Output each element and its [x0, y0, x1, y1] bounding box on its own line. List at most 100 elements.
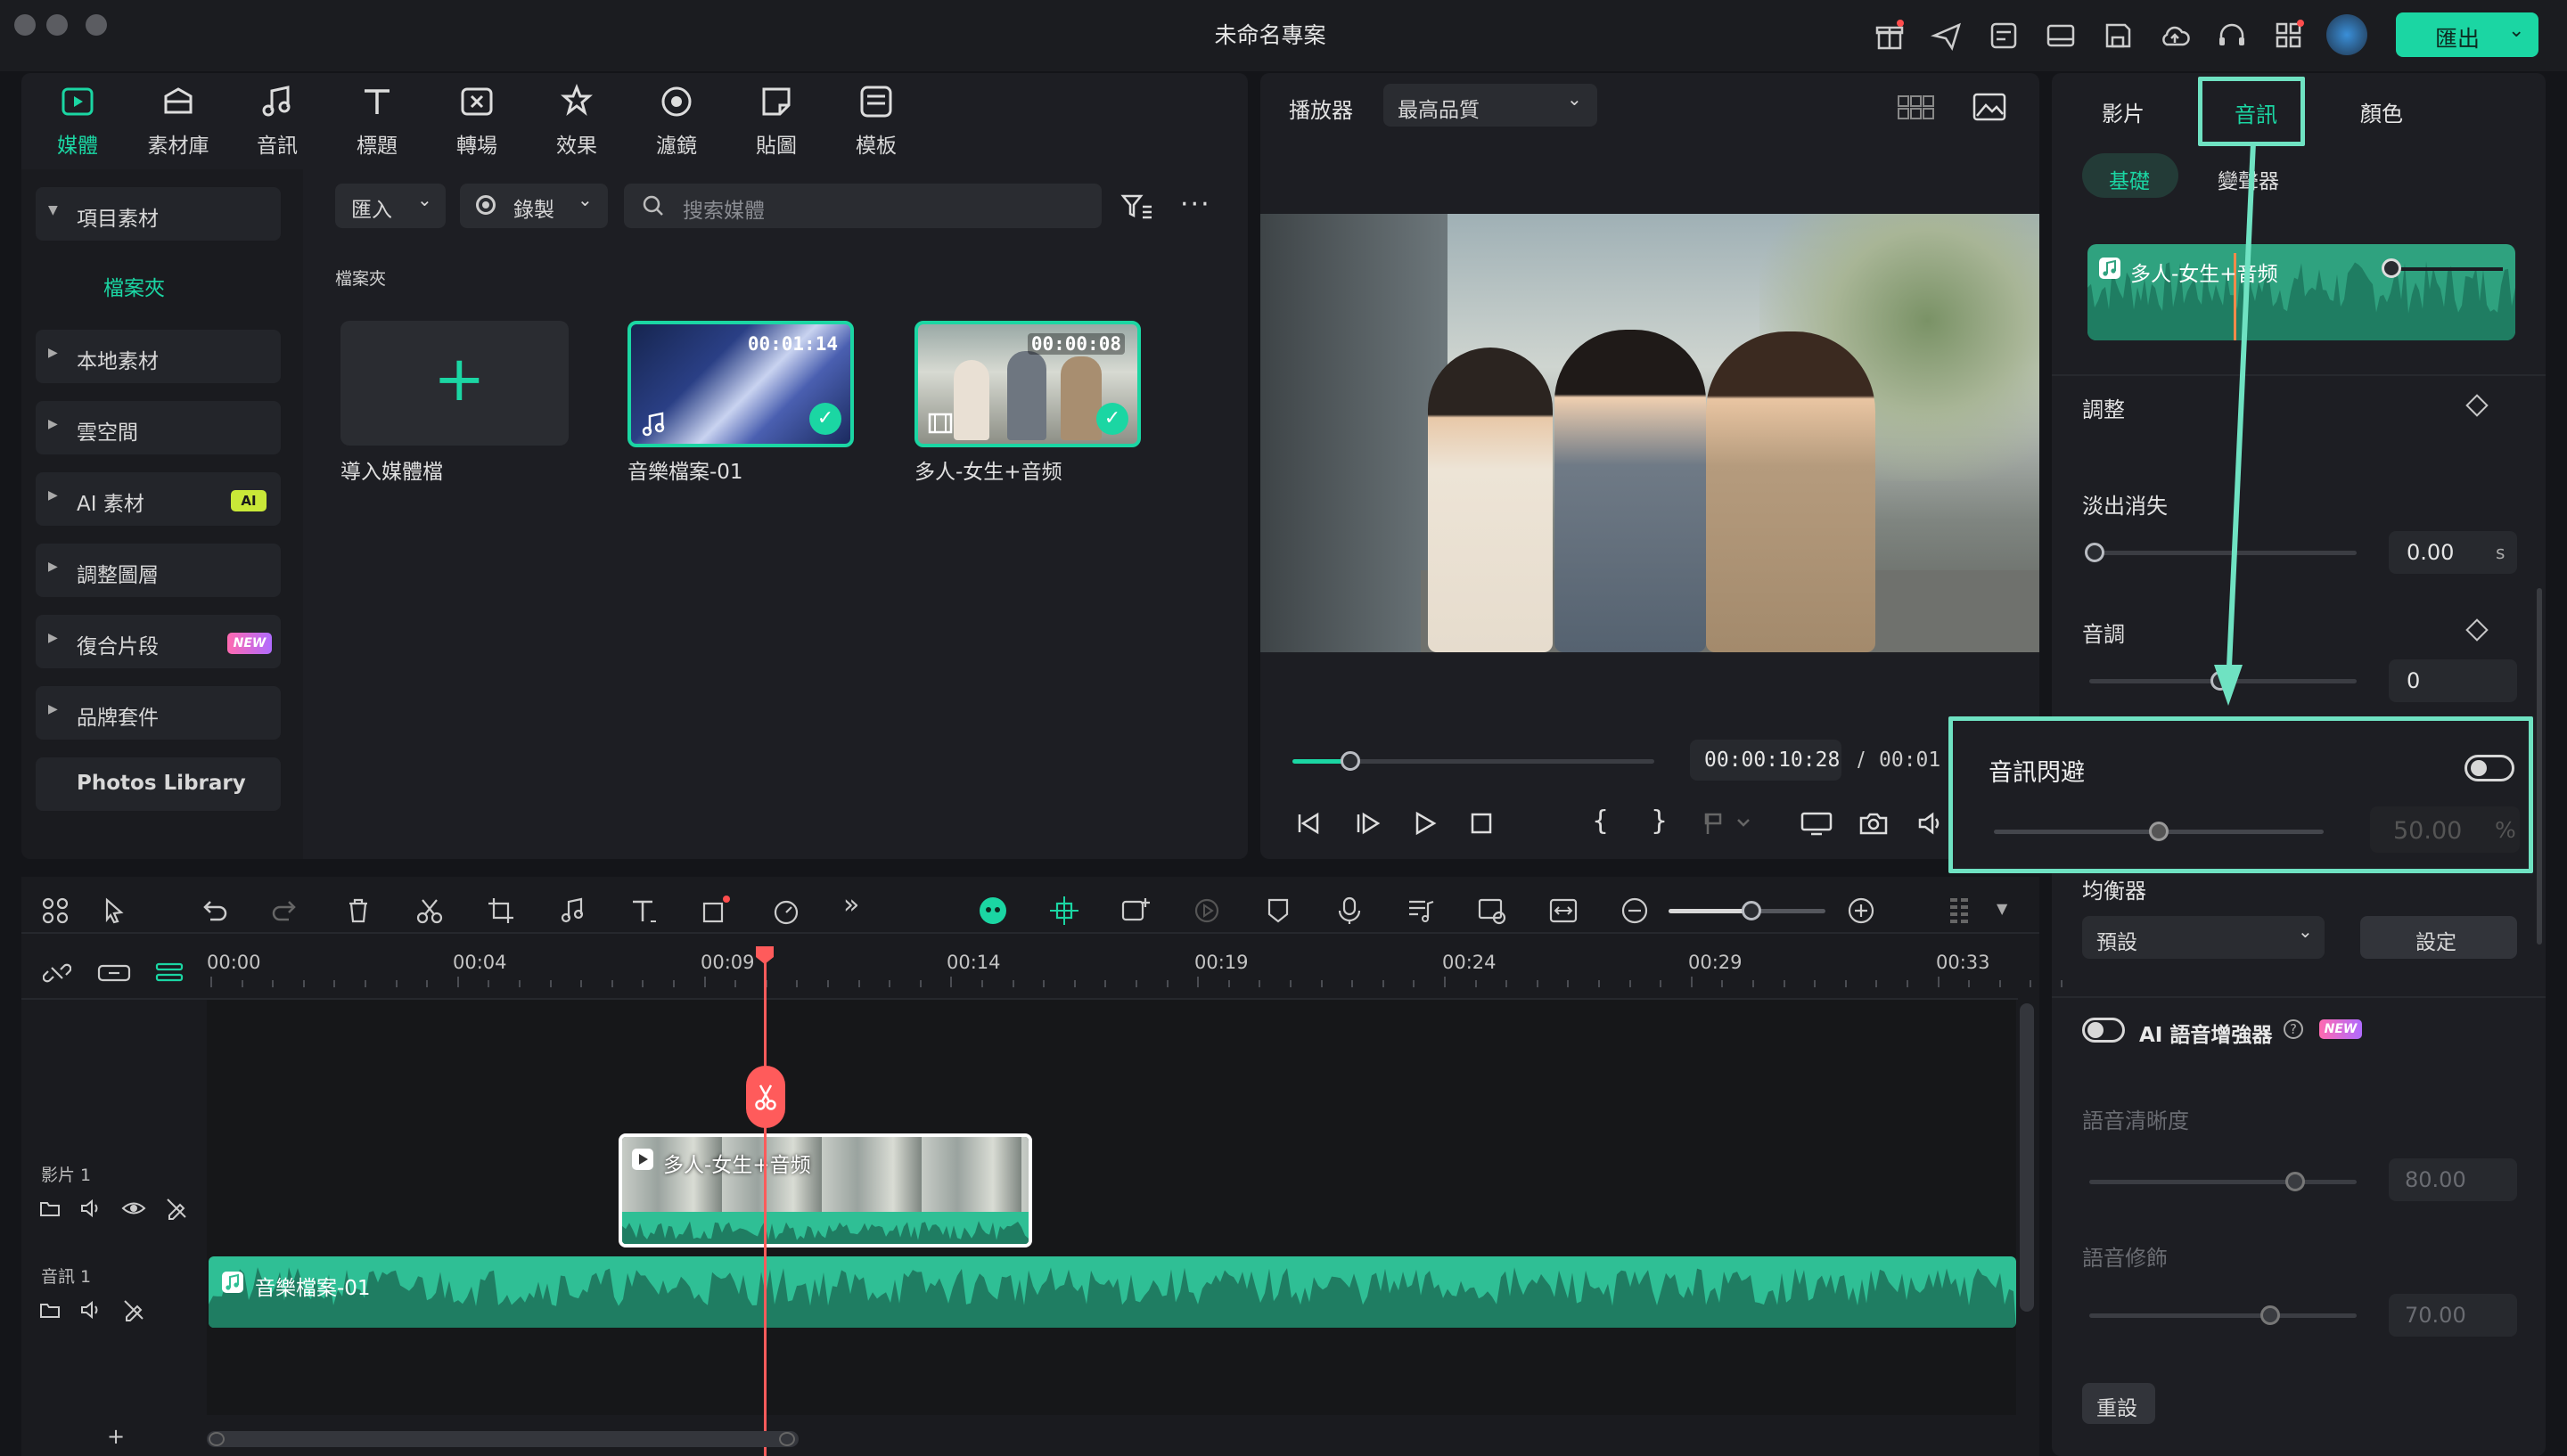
playhead-line[interactable]: [764, 950, 767, 1456]
text-tool-icon[interactable]: [627, 895, 660, 927]
display-icon[interactable]: [1799, 809, 1834, 838]
sidebar-item-local[interactable]: ▶ 本地素材: [36, 330, 281, 383]
send-icon[interactable]: [1929, 18, 1964, 53]
tab-filters[interactable]: 濾鏡: [632, 80, 721, 159]
tab-color[interactable]: 顏色: [2360, 96, 2403, 127]
scrollbar-handle-left[interactable]: [209, 1432, 225, 1446]
render-icon[interactable]: [1191, 895, 1223, 927]
headset-icon[interactable]: [2214, 18, 2250, 53]
track-manager-icon[interactable]: [153, 959, 185, 987]
record-dropdown[interactable]: 錄製 ⌄: [460, 184, 608, 228]
user-avatar[interactable]: [2326, 14, 2367, 55]
save-icon[interactable]: [2100, 18, 2136, 53]
tab-video[interactable]: 影片: [2102, 96, 2145, 127]
play-icon[interactable]: [1410, 809, 1439, 838]
zoom-window-button[interactable]: [86, 14, 107, 36]
redo-icon[interactable]: [269, 895, 301, 927]
grid-view-icon[interactable]: [1897, 91, 1936, 123]
more-options-icon[interactable]: ···: [1180, 189, 1211, 220]
link-track-icon[interactable]: [96, 959, 132, 987]
timeline-vertical-scrollbar[interactable]: [2020, 1003, 2034, 1312]
sidebar-item-compound-clip[interactable]: ▶ 復合片段 NEW: [36, 615, 281, 668]
gift-icon[interactable]: [1872, 18, 1907, 53]
zoom-slider-knob[interactable]: [1742, 901, 1761, 920]
lock-edit-icon[interactable]: [164, 1196, 189, 1221]
export-button[interactable]: 匯出 ⌄: [2396, 12, 2538, 57]
timeline-horizontal-scrollbar[interactable]: [207, 1431, 799, 1447]
search-media-input[interactable]: 搜索媒體: [624, 184, 1102, 228]
tab-stickers[interactable]: 貼圖: [732, 80, 821, 159]
tab-audio-highlight[interactable]: 音訊: [2198, 77, 2305, 146]
sidebar-item-adjustment-layer[interactable]: ▶ 調整圖層: [36, 544, 281, 597]
track-height-icon[interactable]: [1945, 895, 1977, 927]
sidebar-item-folder[interactable]: 檔案夾: [103, 271, 165, 301]
fade-out-input[interactable]: 0.00 s: [2389, 531, 2517, 574]
ducking-knob[interactable]: [2149, 822, 2169, 841]
ai-copilot-icon[interactable]: [977, 895, 1009, 927]
sidebar-item-cloud[interactable]: ▶ 雲空間: [36, 401, 281, 454]
tab-audio[interactable]: 音訊: [233, 80, 322, 159]
zoom-in-icon[interactable]: [1845, 895, 1877, 927]
insert-clip-icon[interactable]: [1702, 809, 1752, 838]
volume-icon[interactable]: [78, 1297, 103, 1322]
tab-stock[interactable]: 素材庫: [134, 80, 223, 159]
equalizer-settings-button[interactable]: 設定: [2360, 916, 2517, 959]
properties-scrollbar[interactable]: [2537, 588, 2542, 945]
delete-icon[interactable]: [342, 895, 374, 927]
reset-button[interactable]: 重設: [2082, 1383, 2155, 1424]
scrollbar-handle-right[interactable]: [779, 1432, 795, 1446]
import-dropdown[interactable]: 匯入 ⌄: [335, 184, 446, 228]
timeline-video-clip[interactable]: 多人-女生+音频: [619, 1133, 1032, 1247]
playback-scrubber-knob[interactable]: [1340, 751, 1360, 771]
media-clip-music[interactable]: 00:01:14 ✓: [627, 321, 854, 447]
sidebar-item-brand-kit[interactable]: ▶ 品牌套件: [36, 686, 281, 740]
pitch-input[interactable]: 0: [2389, 659, 2517, 702]
undo-icon[interactable]: [198, 895, 230, 927]
camera-icon[interactable]: [1858, 809, 1890, 838]
tab-transitions[interactable]: 轉場: [432, 80, 521, 159]
ducking-toggle[interactable]: [2464, 755, 2514, 781]
speed-icon[interactable]: [770, 895, 802, 927]
more-tools-icon[interactable]: »: [843, 889, 859, 920]
select-tool-icon[interactable]: [100, 895, 132, 927]
filter-sort-icon[interactable]: [1119, 189, 1155, 225]
video-preview[interactable]: [1260, 214, 2039, 652]
audio-edit-icon[interactable]: [556, 895, 588, 927]
apps-grid-icon[interactable]: [2271, 18, 2307, 53]
play-frame-icon[interactable]: [1353, 809, 1382, 838]
sidebar-item-photos-library[interactable]: Photos Library: [36, 757, 281, 811]
minimize-window-button[interactable]: [46, 14, 68, 36]
close-window-button[interactable]: [14, 14, 36, 36]
image-snapshot-icon[interactable]: [1972, 91, 2007, 123]
layout-icon[interactable]: [2043, 18, 2079, 53]
tab-templates[interactable]: 模板: [832, 80, 921, 159]
fit-timeline-icon[interactable]: [1547, 895, 1579, 927]
sidebar-item-ai-media[interactable]: ▶ AI 素材 AI: [36, 472, 281, 526]
mark-in-icon[interactable]: {: [1592, 806, 1609, 837]
tab-effects[interactable]: 效果: [532, 80, 621, 159]
crop-icon[interactable]: [485, 895, 517, 927]
marker-icon[interactable]: [1262, 895, 1294, 927]
volume-icon[interactable]: [1916, 809, 1943, 838]
sidebar-item-project-media[interactable]: ▼ 項目素材: [36, 187, 281, 241]
caret-down-icon[interactable]: ▼: [1997, 900, 2007, 917]
microphone-icon[interactable]: [1333, 895, 1366, 927]
tab-media[interactable]: 媒體: [33, 80, 122, 159]
zoom-out-icon[interactable]: [1619, 895, 1651, 927]
cloud-upload-icon[interactable]: [2157, 18, 2193, 53]
add-media-icon[interactable]: [1119, 895, 1152, 927]
tab-titles[interactable]: 標題: [332, 80, 422, 159]
snap-icon[interactable]: [1048, 895, 1080, 927]
unlink-icon[interactable]: [43, 959, 71, 987]
add-track-button[interactable]: +: [107, 1424, 125, 1449]
lock-edit-icon[interactable]: [121, 1297, 146, 1322]
picture-in-picture-icon[interactable]: [1476, 895, 1508, 927]
scissors-icon[interactable]: [414, 895, 446, 927]
equalizer-preset-dropdown[interactable]: 預設 ⌄: [2082, 916, 2325, 959]
ai-voice-toggle[interactable]: [2082, 1018, 2125, 1043]
import-media-tile[interactable]: +: [340, 321, 569, 446]
volume-knob[interactable]: [2382, 258, 2401, 278]
media-clip-video[interactable]: 00:00:08 ✓: [914, 321, 1141, 447]
shape-mask-icon[interactable]: [699, 895, 731, 927]
audio-list-icon[interactable]: [1405, 895, 1437, 927]
